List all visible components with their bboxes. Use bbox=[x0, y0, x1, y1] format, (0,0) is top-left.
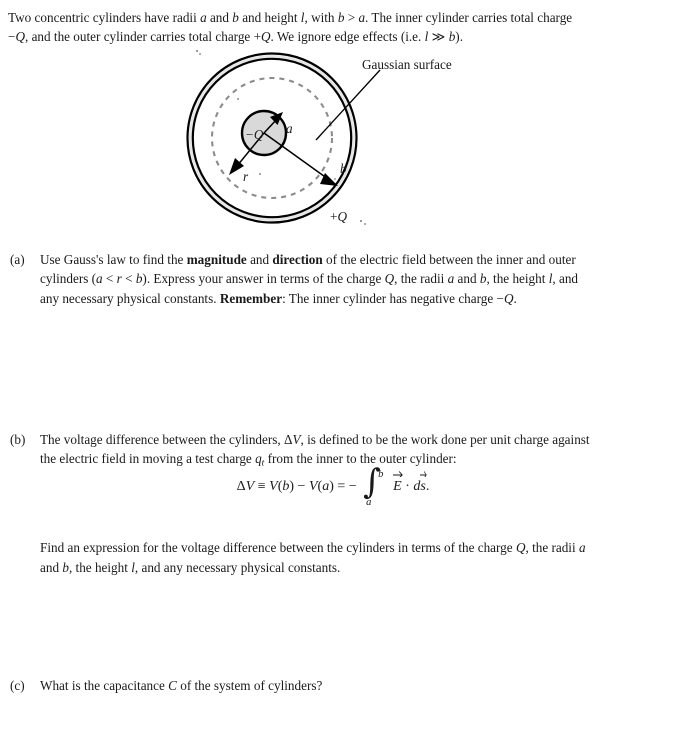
scan-speck bbox=[360, 220, 362, 222]
figure-svg bbox=[186, 50, 381, 225]
question-part-b: (b) The voltage difference between the c… bbox=[10, 430, 686, 577]
equation-lhs: ΔV ≡ V(b) − V(a) = − bbox=[236, 479, 357, 495]
part-c-marker: (c) bbox=[10, 678, 25, 693]
radius-label-b: b bbox=[340, 161, 347, 176]
question-part-a: (a) Use Gauss's law to find the magnitud… bbox=[10, 250, 686, 308]
part-b-body-after: Find an expression for the voltage diffe… bbox=[40, 538, 686, 577]
scan-speck bbox=[259, 173, 261, 175]
part-a-marker: (a) bbox=[10, 252, 25, 267]
radius-label-r: r bbox=[243, 169, 249, 184]
part-c-line-1: What is the capacitance C of the system … bbox=[40, 678, 323, 693]
scan-speck bbox=[237, 98, 239, 100]
question-part-c: (c) What is the capacitance C of the sys… bbox=[10, 676, 686, 695]
scan-speck bbox=[334, 178, 336, 180]
intro-paragraph: Two concentric cylinders have radii a an… bbox=[8, 8, 684, 46]
integral-upper-limit: b bbox=[378, 469, 384, 480]
voltage-difference-equation: ΔV ≡ V(b) − V(a) = − ∫ b a E · ds. bbox=[10, 465, 656, 508]
part-a-line-3: any necessary physical constants. Rememb… bbox=[40, 290, 517, 306]
inner-charge-label: −Q bbox=[245, 127, 264, 142]
scan-speck bbox=[364, 223, 366, 225]
part-b-line-4: and b, the height l, and any necessary p… bbox=[40, 559, 341, 575]
vector-arrow-icon bbox=[393, 470, 403, 478]
equation-inner: ΔV ≡ V(b) − V(a) = − ∫ b a E · ds. bbox=[236, 465, 430, 508]
integral-sign: ∫ b a bbox=[360, 465, 386, 508]
part-a-line-1: Use Gauss's law to find the magnitude an… bbox=[40, 252, 576, 267]
vector-E: E bbox=[393, 471, 403, 496]
intro-line-1: Two concentric cylinders have radii a an… bbox=[8, 10, 573, 25]
gaussian-surface-label: Gaussian surface bbox=[362, 57, 452, 72]
equation-integrand: E · ds. bbox=[390, 471, 429, 496]
figure-concentric-cylinders: Gaussian surface −Q a r b +Q bbox=[0, 44, 694, 240]
part-b-line-1: The voltage difference between the cylin… bbox=[40, 432, 590, 447]
outer-charge-label: +Q bbox=[330, 209, 347, 224]
part-b-line-3: Find an expression for the voltage diffe… bbox=[40, 540, 586, 556]
vector-arrow-icon bbox=[420, 470, 427, 478]
problem-page: Two concentric cylinders have radii a an… bbox=[0, 0, 694, 753]
part-a-line-2: cylinders (a < r < b). Express your answ… bbox=[40, 271, 579, 287]
scan-speck bbox=[199, 53, 201, 55]
integral-lower-limit: a bbox=[366, 496, 372, 508]
part-c-body: What is the capacitance C of the system … bbox=[40, 676, 686, 695]
radius-label-a: a bbox=[286, 121, 293, 136]
scan-speck bbox=[196, 50, 198, 52]
part-b-marker: (b) bbox=[10, 432, 26, 447]
vector-s: s bbox=[420, 471, 427, 496]
part-a-body: Use Gauss's law to find the magnitude an… bbox=[40, 250, 686, 308]
